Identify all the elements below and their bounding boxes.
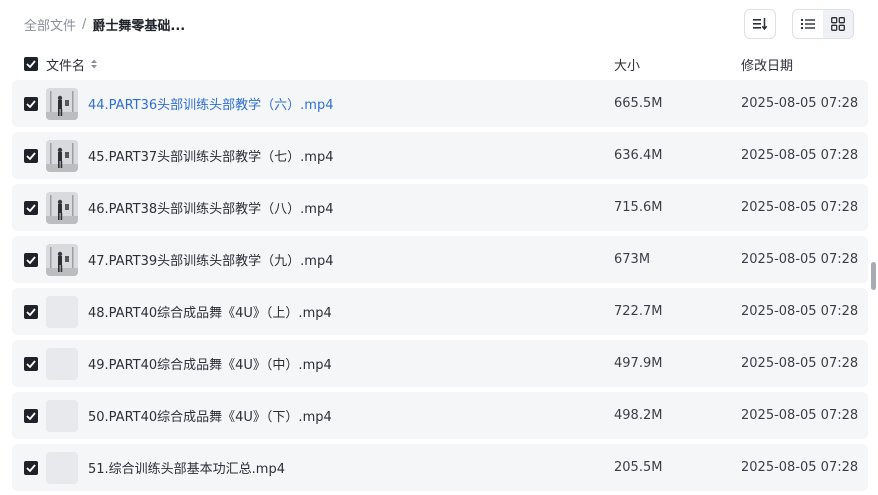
row-checkbox[interactable] (24, 408, 38, 423)
file-size: 715.6M (614, 200, 663, 215)
check-icon (26, 203, 36, 212)
list-view-icon (801, 19, 815, 29)
file-modified: 2025-08-05 07:28 (741, 408, 859, 423)
file-size: 205.5M (614, 460, 663, 475)
file-size: 673M (614, 252, 651, 267)
file-name[interactable]: 44.PART36头部训练头部教学（六）.mp4 (88, 94, 333, 113)
table-row[interactable]: 46.PART38头部训练头部教学（八）.mp4 715.6M 2025-08-… (12, 184, 868, 231)
table-row[interactable]: 44.PART36头部训练头部教学（六）.mp4 665.5M 2025-08-… (12, 80, 868, 127)
header-modified: 修改日期 (741, 58, 794, 74)
video-thumbnail[interactable] (46, 87, 78, 120)
file-modified: 2025-08-05 07:28 (741, 148, 859, 163)
file-name[interactable]: 50.PART40综合成品舞《4U》（下）.mp4 (88, 406, 332, 425)
check-icon (26, 411, 36, 420)
scrollbar[interactable] (871, 262, 876, 290)
file-name[interactable]: 47.PART39头部训练头部教学（九）.mp4 (88, 250, 333, 269)
sort-button[interactable] (744, 9, 776, 39)
file-modified: 2025-08-05 07:28 (741, 96, 859, 111)
row-checkbox[interactable] (24, 356, 38, 371)
list-view-button[interactable] (793, 10, 823, 38)
file-thumbnail-placeholder[interactable] (46, 451, 78, 484)
file-list: 44.PART36头部训练头部教学（六）.mp4 665.5M 2025-08-… (12, 80, 868, 495)
file-name[interactable]: 45.PART37头部训练头部教学（七）.mp4 (88, 146, 333, 165)
video-thumbnail[interactable] (46, 139, 78, 172)
table-header: 文件名 大小 修改日期 (12, 52, 868, 76)
check-icon (26, 359, 36, 368)
view-toggle (792, 9, 854, 39)
table-row[interactable]: 47.PART39头部训练头部教学（九）.mp4 673M 2025-08-05… (12, 236, 868, 283)
file-modified: 2025-08-05 07:28 (741, 200, 859, 215)
grid-view-button[interactable] (823, 10, 853, 38)
file-thumbnail-placeholder[interactable] (46, 399, 78, 432)
file-size: 636.4M (614, 148, 663, 163)
file-modified: 2025-08-05 07:28 (741, 252, 859, 267)
sort-icon (753, 18, 768, 31)
grid-view-icon (831, 17, 845, 31)
check-icon (26, 151, 36, 160)
row-checkbox[interactable] (24, 200, 38, 215)
select-all-checkbox[interactable] (24, 57, 38, 71)
file-size: 665.5M (614, 96, 663, 111)
file-thumbnail-placeholder[interactable] (46, 347, 78, 380)
table-row[interactable]: 51.综合训练头部基本功汇总.mp4 205.5M 2025-08-05 07:… (12, 444, 868, 491)
row-checkbox[interactable] (24, 252, 38, 267)
check-icon (26, 463, 36, 472)
breadcrumb-separator: / (82, 16, 87, 32)
toolbar (744, 9, 854, 39)
file-name[interactable]: 49.PART40综合成品舞《4U》（中）.mp4 (88, 354, 332, 373)
row-checkbox[interactable] (24, 148, 38, 163)
file-size: 497.9M (614, 356, 663, 371)
video-thumbnail[interactable] (46, 191, 78, 224)
sort-toggle-icon[interactable] (89, 58, 99, 70)
row-checkbox[interactable] (24, 460, 38, 475)
file-name[interactable]: 51.综合训练头部基本功汇总.mp4 (88, 458, 285, 477)
check-icon (26, 99, 36, 108)
breadcrumb-current: 爵士舞零基础... (92, 18, 186, 34)
file-thumbnail-placeholder[interactable] (46, 295, 78, 328)
table-row[interactable]: 49.PART40综合成品舞《4U》（中）.mp4 497.9M 2025-08… (12, 340, 868, 387)
file-modified: 2025-08-05 07:28 (741, 460, 859, 475)
table-row[interactable]: 48.PART40综合成品舞《4U》（上）.mp4 722.7M 2025-08… (12, 288, 868, 335)
check-icon (26, 60, 36, 68)
file-modified: 2025-08-05 07:28 (741, 304, 859, 319)
file-size: 498.2M (614, 408, 663, 423)
file-name[interactable]: 46.PART38头部训练头部教学（八）.mp4 (88, 198, 333, 217)
breadcrumb: 全部文件 / 爵士舞零基础... (24, 14, 185, 34)
table-row[interactable]: 50.PART40综合成品舞《4U》（下）.mp4 498.2M 2025-08… (12, 392, 868, 439)
file-modified: 2025-08-05 07:28 (741, 356, 859, 371)
header-name[interactable]: 文件名 (46, 55, 85, 74)
table-row[interactable]: 45.PART37头部训练头部教学（七）.mp4 636.4M 2025-08-… (12, 132, 868, 179)
breadcrumb-root[interactable]: 全部文件 (24, 15, 76, 34)
row-checkbox[interactable] (24, 96, 38, 111)
check-icon (26, 307, 36, 316)
file-name[interactable]: 48.PART40综合成品舞《4U》（上）.mp4 (88, 302, 332, 321)
header-size: 大小 (614, 58, 641, 74)
check-icon (26, 255, 36, 264)
video-thumbnail[interactable] (46, 243, 78, 276)
row-checkbox[interactable] (24, 304, 38, 319)
file-size: 722.7M (614, 304, 663, 319)
